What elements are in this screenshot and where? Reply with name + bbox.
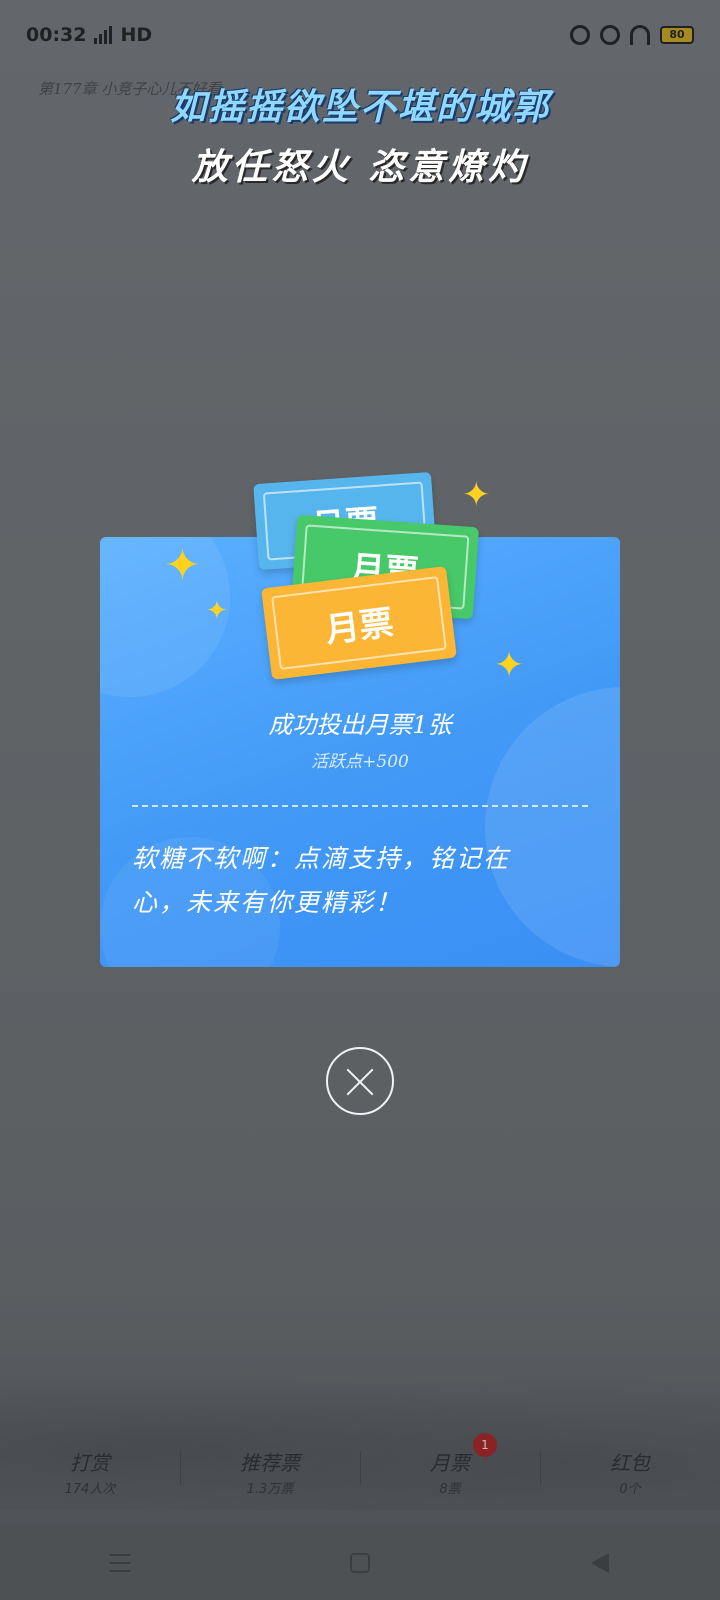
action-red-packet[interactable]: 红包 0个 <box>540 1447 720 1497</box>
action-recommend-count: 1.3万票 <box>246 1482 294 1497</box>
menu-icon <box>109 1553 131 1572</box>
home-button[interactable] <box>345 1548 375 1578</box>
banner-slogan-line1: 如摇摇欲坠不堪的城郭 <box>169 86 550 128</box>
close-button[interactable] <box>326 1047 394 1115</box>
status-bar: 00:32 HD 80 <box>0 0 720 70</box>
action-monthly-label: 月票 <box>430 1451 470 1475</box>
action-tip[interactable]: 打赏 174人次 <box>0 1447 180 1497</box>
reader-action-bar: 打赏 174人次 推荐票 1.3万票 1 月票 8票 红包 0个 <box>0 1432 720 1512</box>
back-icon <box>591 1552 609 1573</box>
action-recommend-ticket[interactable]: 推荐票 1.3万票 <box>180 1447 360 1497</box>
alarm-icon <box>600 25 620 45</box>
back-button[interactable] <box>585 1548 615 1578</box>
action-monthly-ticket[interactable]: 1 月票 8票 <box>360 1433 540 1497</box>
action-tip-label: 打赏 <box>70 1451 110 1475</box>
battery-icon: 80 <box>660 26 694 44</box>
status-left: 00:32 HD <box>26 24 152 46</box>
sparkle-icon: ✦ <box>164 540 201 591</box>
home-icon <box>350 1552 370 1573</box>
success-message: 成功投出月票1张 <box>268 711 452 739</box>
system-nav-bar <box>0 1525 720 1600</box>
sparkle-icon: ✦ <box>462 475 491 515</box>
thanks-message: 软糖不软啊：点滴支持，铭记在心，未来有你更精彩！ <box>132 844 511 917</box>
sparkle-icon: ✦ <box>494 645 525 686</box>
headphone-icon <box>630 25 650 45</box>
status-time: 00:32 <box>26 24 87 46</box>
action-tip-count: 174人次 <box>64 1482 116 1497</box>
banner-slogan-line2: 放任怒火 恣意燎灼 <box>191 146 529 188</box>
action-monthly-count: 8票 <box>439 1482 461 1497</box>
mute-notification-icon <box>570 25 590 45</box>
status-right: 80 <box>570 25 694 45</box>
action-redpacket-count: 0个 <box>619 1482 641 1497</box>
recent-apps-button[interactable] <box>105 1548 135 1578</box>
action-recommend-label: 推荐票 <box>240 1451 300 1475</box>
signal-icon <box>94 26 113 44</box>
activity-points: 活跃点+500 <box>311 752 409 772</box>
monthly-ticket-badge: 1 <box>473 1433 497 1457</box>
dashed-divider <box>132 805 588 807</box>
network-type: HD <box>120 24 153 46</box>
action-redpacket-label: 红包 <box>610 1451 650 1475</box>
sparkle-icon: ✦ <box>206 596 228 626</box>
